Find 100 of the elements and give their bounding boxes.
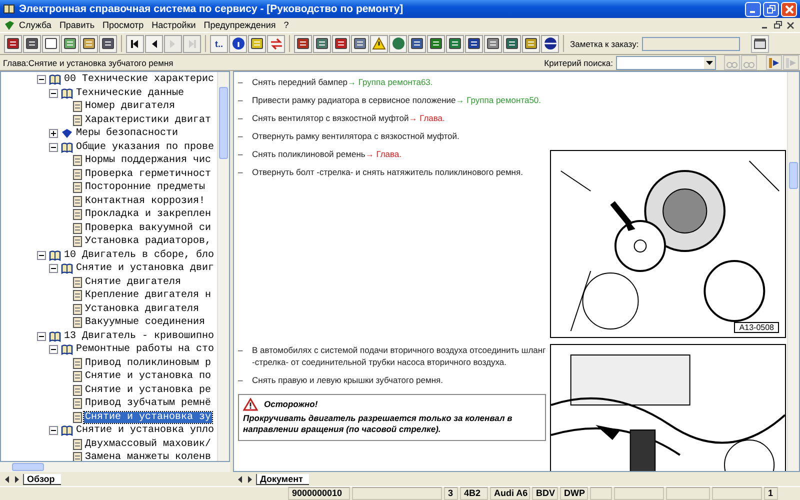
globe-button[interactable] bbox=[389, 34, 407, 52]
tree-item[interactable]: Снятие двигателя bbox=[84, 276, 182, 288]
page-icon bbox=[73, 317, 82, 328]
scrollbar[interactable] bbox=[787, 72, 799, 471]
expander-icon[interactable] bbox=[37, 250, 46, 260]
instruction-text: В автомобилях с системой подачи вторичного воздуха отсоединить шланг -стрелка- от соединительной трубки насоса вторичного воздуха. bbox=[252, 344, 546, 368]
tree-item[interactable]: Номер двигателя bbox=[84, 101, 176, 112]
minimize-button[interactable] bbox=[745, 2, 761, 16]
arrow-right-button[interactable] bbox=[766, 55, 782, 70]
dropdown-arrow-icon bbox=[706, 60, 713, 64]
expander-icon[interactable] bbox=[49, 88, 58, 98]
tree-item[interactable]: Установка двигателя bbox=[84, 304, 200, 315]
expander-icon[interactable] bbox=[49, 426, 58, 436]
status-panel bbox=[712, 487, 762, 500]
document-tab[interactable]: Документ bbox=[256, 474, 309, 484]
tree-item[interactable]: 00 Технические характерис bbox=[63, 74, 216, 86]
scroll-right-icon[interactable] bbox=[13, 474, 21, 484]
tree-item[interactable]: Общие указания по прове bbox=[75, 142, 216, 153]
page-icon bbox=[73, 398, 82, 410]
bullet: – bbox=[238, 148, 244, 160]
tree-item[interactable]: Привод зубчатым ремнё bbox=[84, 398, 212, 410]
ball-button[interactable] bbox=[541, 34, 559, 52]
overview-tab[interactable]: Обзор bbox=[23, 474, 61, 484]
tree-item[interactable]: Снятие и установка двиг bbox=[75, 263, 216, 274]
open-book-icon bbox=[61, 142, 73, 153]
text-button[interactable]: t.. bbox=[210, 34, 228, 52]
expander-icon[interactable] bbox=[49, 142, 58, 152]
close-icon bbox=[784, 4, 794, 14]
instruction-text: Снять вентилятор с вязкостной муфтой→ Глава. bbox=[252, 112, 445, 124]
tree-item[interactable]: Замена манжеты коленв bbox=[84, 452, 212, 461]
status-field: 9000000010 bbox=[288, 487, 350, 500]
tree-item[interactable]: Проверка вакуумной си bbox=[84, 222, 212, 234]
warning-icon bbox=[243, 398, 258, 411]
last-icon bbox=[187, 38, 197, 48]
page-icon bbox=[73, 155, 82, 166]
tree-item[interactable]: Двухмассовый маховик/ bbox=[84, 438, 212, 450]
expander-icon[interactable] bbox=[49, 129, 58, 138]
restore-button[interactable] bbox=[763, 2, 779, 16]
menu-item[interactable]: Служба bbox=[15, 20, 56, 30]
status-field: 1 bbox=[764, 487, 778, 500]
close-button[interactable] bbox=[781, 2, 797, 16]
tree-item[interactable]: Снятие и установка упло bbox=[75, 425, 216, 436]
scroll-left-icon[interactable] bbox=[3, 474, 11, 484]
expander-icon[interactable] bbox=[49, 345, 58, 354]
swap-button[interactable] bbox=[267, 34, 285, 52]
first-button[interactable] bbox=[126, 34, 144, 52]
menu-item[interactable]: Настройки bbox=[148, 20, 200, 30]
tree-item[interactable]: Технические данные bbox=[75, 88, 186, 99]
tree-item[interactable]: Установка радиаторов, bbox=[84, 236, 212, 248]
status-field: BDV bbox=[532, 487, 558, 500]
warning-button[interactable] bbox=[370, 34, 388, 52]
figure-label: A13-0508 bbox=[734, 322, 779, 333]
open-book-icon bbox=[49, 250, 61, 261]
chapter-link[interactable]: → Глава. bbox=[408, 113, 445, 123]
page-icon bbox=[73, 371, 82, 382]
menu-item[interactable]: ? bbox=[280, 20, 293, 30]
prev-button[interactable] bbox=[145, 34, 163, 52]
bullet: – bbox=[238, 374, 244, 386]
tree-item[interactable]: Меры безопасности bbox=[75, 128, 180, 140]
scrollbar[interactable] bbox=[217, 72, 229, 461]
calendar-button[interactable] bbox=[750, 34, 769, 52]
info-button[interactable] bbox=[229, 34, 247, 52]
expander-icon[interactable] bbox=[37, 332, 46, 341]
menu-item[interactable]: Править bbox=[55, 20, 99, 30]
tree-item[interactable]: Характеристики двигат bbox=[84, 114, 212, 126]
tree-item[interactable]: Проверка герметичност bbox=[84, 168, 212, 180]
scroll-left-icon[interactable] bbox=[236, 474, 244, 484]
expander-icon[interactable] bbox=[49, 264, 58, 274]
tree-item[interactable]: Снятие и установка зу bbox=[84, 412, 212, 423]
chapter-link[interactable]: → Группа ремонта50. bbox=[456, 95, 542, 105]
search-combo[interactable] bbox=[616, 56, 716, 70]
search-label: Критерий поиска: bbox=[544, 58, 613, 68]
menu-item[interactable]: Просмотр bbox=[98, 20, 148, 30]
tree-item[interactable]: 10 Двигатель в сборе, бло bbox=[63, 250, 216, 261]
instruction-text: Отвернуть болт -стрелка- и снять натяжитель поликлинового ремня. bbox=[252, 166, 523, 178]
arrow-right-icon bbox=[768, 56, 780, 68]
tree-item[interactable]: Крепление двигателя н bbox=[84, 290, 212, 302]
expander-icon[interactable] bbox=[37, 75, 46, 84]
tree-item[interactable]: Привод поликлиновым р bbox=[84, 358, 212, 369]
page-icon bbox=[73, 182, 82, 194]
scroll-right-icon[interactable] bbox=[246, 474, 254, 484]
note-field[interactable] bbox=[642, 36, 740, 50]
tree-item[interactable]: 13 Двигатель - кривошипно bbox=[63, 330, 216, 342]
chapter-link[interactable]: → Группа ремонта63. bbox=[348, 77, 433, 87]
chapter-link[interactable]: → Глава. bbox=[365, 149, 402, 159]
window-title: Электронная справочная система по сервису - [Руководство по ремонту] bbox=[19, 3, 404, 15]
menu-item[interactable]: Предупреждения bbox=[200, 20, 280, 30]
tree-item[interactable]: Контактная коррозия! bbox=[84, 196, 206, 207]
scrollbar[interactable] bbox=[0, 462, 230, 472]
tree-item[interactable]: Вакуумные соединения bbox=[84, 317, 206, 328]
page-icon bbox=[73, 114, 82, 126]
close-icon[interactable] bbox=[787, 22, 794, 28]
tree-item[interactable]: Посторонние предметы bbox=[84, 182, 206, 194]
tree-item[interactable]: Прокладка и закреплен bbox=[84, 209, 212, 220]
tree-item[interactable]: Снятие и установка по bbox=[84, 371, 212, 382]
ball-icon bbox=[544, 37, 556, 50]
tree-item[interactable]: Снятие и установка ре bbox=[84, 384, 212, 396]
page-button[interactable] bbox=[42, 34, 60, 52]
tree-item[interactable]: Ремонтные работы на сто bbox=[75, 344, 216, 356]
tree-item[interactable]: Нормы поддержания чис bbox=[84, 155, 212, 166]
